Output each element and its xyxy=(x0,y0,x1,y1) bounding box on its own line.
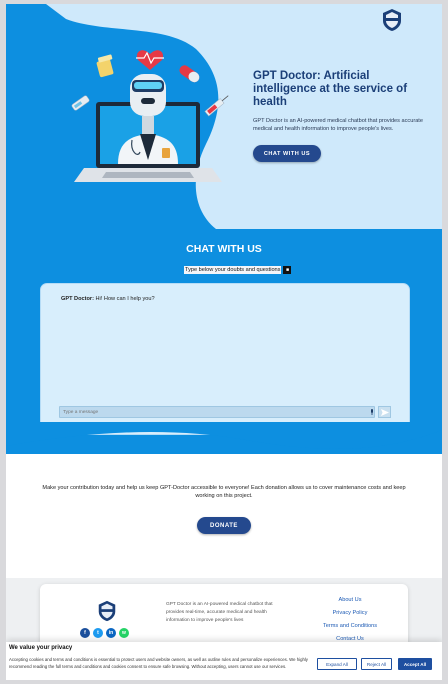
hero-title: GPT Doctor: Artificial intelligence at t… xyxy=(253,70,408,108)
chat-with-us-button[interactable]: CHAT WITH US xyxy=(253,145,321,162)
cookie-title: We value your privacy xyxy=(9,645,73,651)
section-wave-divider xyxy=(6,422,442,449)
social-links: f t in w xyxy=(80,628,129,638)
expand-all-button[interactable]: Expand All xyxy=(317,658,357,670)
twitter-icon[interactable]: t xyxy=(93,628,103,638)
donate-button[interactable]: DONATE xyxy=(197,517,251,534)
footer-link-privacy[interactable]: Privacy Policy xyxy=(310,607,390,620)
site-logo-icon[interactable] xyxy=(381,8,403,32)
chat-instructions: Type below your doubts and questions ■ xyxy=(184,264,292,275)
syringe-icon xyxy=(204,95,229,117)
pill-bottle-icon xyxy=(96,54,114,78)
cookie-consent-banner: We value your privacy Accepting cookies … xyxy=(6,642,442,680)
facebook-icon[interactable]: f xyxy=(80,628,90,638)
donation-text: Make your contribution today and help us… xyxy=(42,485,406,499)
chat-window: GPT Doctor: Hi! How can I help you? xyxy=(40,283,410,435)
footer-description: GPT Doctor is an AI-powered medical chat… xyxy=(166,602,273,623)
cookie-text: Accepting cookies and terms and conditio… xyxy=(9,657,308,669)
page: GPT Doctor: Artificial intelligence at t… xyxy=(6,4,442,680)
reject-all-button[interactable]: Reject All xyxy=(361,658,392,670)
hero-section: GPT Doctor: Artificial intelligence at t… xyxy=(6,4,442,229)
footer-link-about[interactable]: About Us xyxy=(310,594,390,607)
linkedin-icon[interactable]: in xyxy=(106,628,116,638)
capsule-icon xyxy=(179,65,200,83)
chat-instructions-text: Type below your doubts and questions xyxy=(184,265,282,274)
chat-section-title: CHAT WITH US xyxy=(186,243,262,255)
chat-info-icon[interactable]: ■ xyxy=(283,265,292,274)
chat-section: CHAT WITH US Type below your doubts and … xyxy=(6,229,442,454)
chat-message-sender: GPT Doctor: xyxy=(61,296,94,302)
hero-description: GPT Doctor is an AI-powered medical chat… xyxy=(253,118,423,132)
send-button[interactable] xyxy=(378,406,391,418)
whatsapp-icon[interactable]: w xyxy=(119,628,129,638)
microphone-icon[interactable] xyxy=(370,409,374,415)
footer-logo-icon[interactable] xyxy=(96,600,118,622)
footer-link-terms[interactable]: Terms and Conditions xyxy=(310,620,390,633)
chat-message-text: Hi! How can I help you? xyxy=(95,296,155,302)
chat-message-input[interactable] xyxy=(59,406,375,418)
send-icon xyxy=(380,408,389,416)
thermometer-icon xyxy=(71,95,90,111)
footer-links: About Us Privacy Policy Terms and Condit… xyxy=(310,594,390,646)
heart-icon xyxy=(136,50,164,70)
accept-all-button[interactable]: Accept All xyxy=(398,658,432,670)
doctor-robot-illustration xyxy=(71,50,229,182)
chat-message: GPT Doctor: Hi! How can I help you? xyxy=(61,296,155,302)
